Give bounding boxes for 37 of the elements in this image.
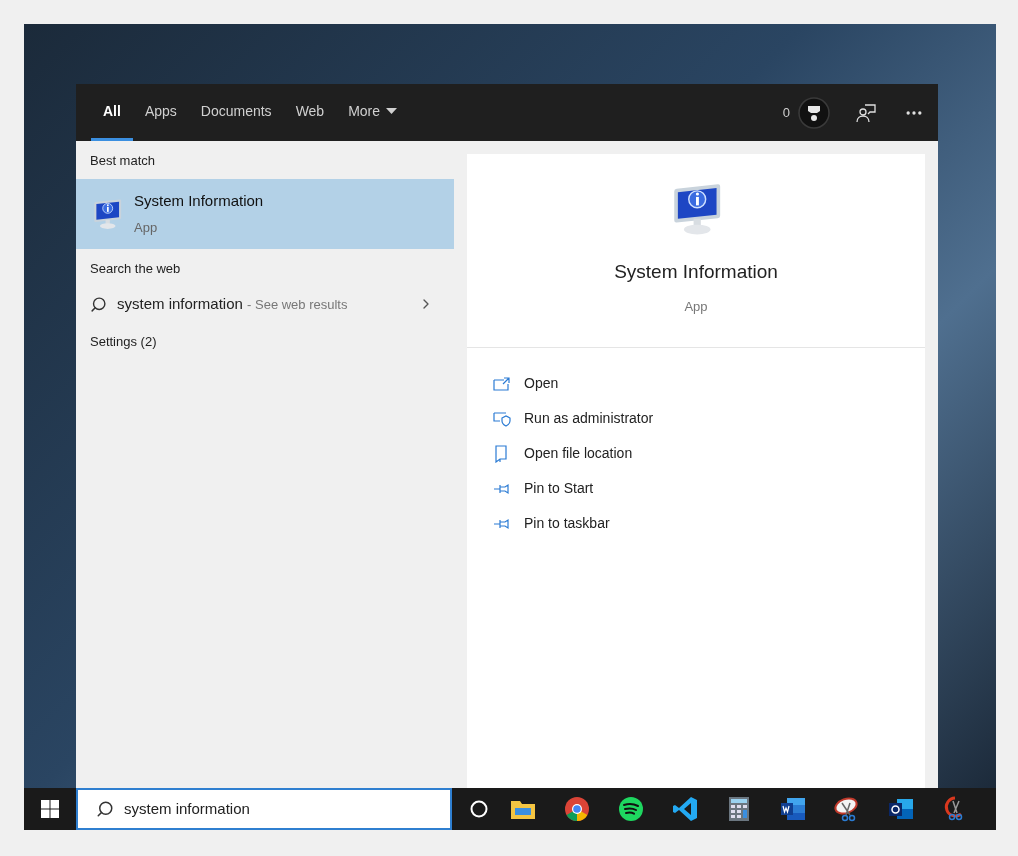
open-window-icon — [493, 374, 511, 393]
points-count: 0 — [782, 103, 790, 122]
preview-type: App — [684, 297, 708, 316]
web-query: system information - See web results — [117, 293, 348, 314]
document-app-icon[interactable] — [779, 795, 807, 823]
section-heading[interactable]: Settings (2) — [76, 322, 454, 352]
action-item[interactable]: Pin to Start — [493, 471, 925, 506]
search-input[interactable]: system information — [124, 797, 450, 821]
action-item[interactable]: Run as administrator — [493, 401, 925, 436]
search-icon — [96, 800, 114, 818]
trophy-badge-icon[interactable] — [798, 96, 830, 129]
action-item[interactable]: Open file location — [493, 436, 925, 471]
preview-title: System Information — [614, 260, 778, 284]
circle-icon[interactable] — [469, 799, 489, 819]
caret-icon — [386, 108, 398, 114]
search-icon — [90, 295, 107, 313]
section-heading: Best match — [89, 152, 157, 170]
result-type: App — [134, 219, 159, 237]
tab[interactable]: All — [91, 84, 133, 141]
windows-start-icon[interactable] — [41, 800, 59, 818]
taskbar-search-field[interactable]: system information — [76, 788, 452, 830]
feedback-icon[interactable] — [856, 102, 876, 123]
tab[interactable]: Documents — [188, 84, 284, 141]
browser-icon[interactable] — [563, 795, 591, 823]
tab[interactable]: More — [336, 84, 410, 141]
tab[interactable]: Web — [283, 84, 337, 141]
web-result[interactable]: system information - See web results — [76, 286, 454, 322]
best-match-result[interactable]: System Information App — [76, 178, 454, 249]
section-heading: Search the web — [89, 259, 182, 278]
action-item[interactable]: Pin to taskbar — [493, 506, 925, 541]
music-app-icon[interactable] — [617, 795, 645, 823]
shield-icon — [493, 409, 511, 428]
code-editor-icon[interactable] — [671, 795, 699, 823]
result-title: System Information — [134, 190, 264, 211]
action-item[interactable]: Open — [493, 366, 925, 401]
tab[interactable]: Apps — [132, 84, 189, 141]
scissors-icon[interactable] — [833, 795, 861, 823]
